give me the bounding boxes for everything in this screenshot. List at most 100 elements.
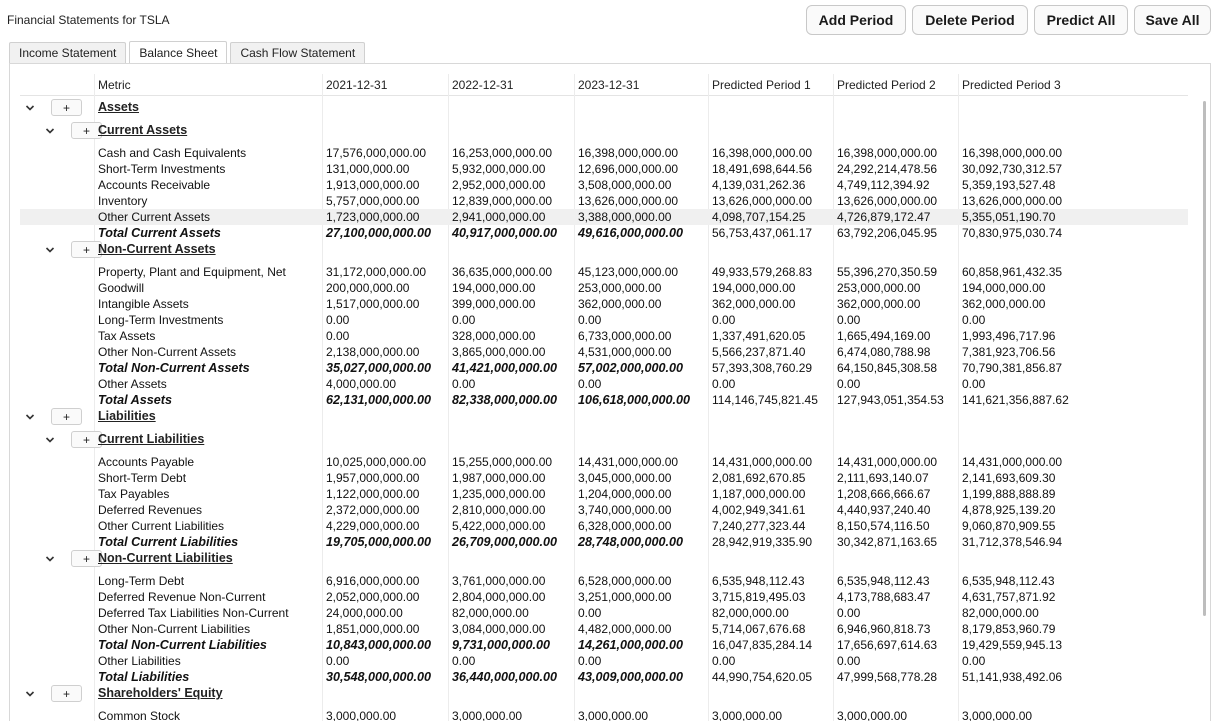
value-cell[interactable]: 0.00: [452, 377, 475, 391]
add-period-button[interactable]: Add Period: [806, 5, 906, 35]
value-cell[interactable]: 3,761,000,000.00: [452, 574, 545, 588]
value-cell[interactable]: 6,535,948,112.43: [962, 574, 1055, 588]
value-cell[interactable]: 3,865,000,000.00: [452, 345, 545, 359]
value-cell[interactable]: 1,957,000,000.00: [326, 471, 419, 485]
add-metric-button[interactable]: +: [51, 99, 82, 116]
value-cell[interactable]: 0.00: [837, 606, 860, 620]
value-cell[interactable]: 13,626,000,000.00: [712, 194, 812, 208]
value-cell[interactable]: 3,740,000,000.00: [578, 503, 671, 517]
value-cell[interactable]: 200,000,000.00: [326, 281, 409, 295]
value-cell[interactable]: 36,440,000,000.00: [452, 670, 557, 684]
value-cell[interactable]: 12,696,000,000.00: [578, 162, 678, 176]
value-cell[interactable]: 9,060,870,909.55: [962, 519, 1055, 533]
chevron-down-icon[interactable]: [44, 434, 56, 446]
value-cell[interactable]: 13,626,000,000.00: [962, 194, 1062, 208]
value-cell[interactable]: 0.00: [962, 313, 985, 327]
value-cell[interactable]: 7,381,923,706.56: [962, 345, 1055, 359]
value-cell[interactable]: 26,709,000,000.00: [452, 535, 557, 549]
value-cell[interactable]: 70,790,381,856.87: [962, 361, 1062, 375]
table-row[interactable]: Other Non-Current Assets 2,138,000,000.00…: [20, 344, 1188, 360]
value-cell[interactable]: 6,946,960,818.73: [837, 622, 930, 636]
value-cell[interactable]: 45,123,000,000.00: [578, 265, 678, 279]
column-header-predicted-2[interactable]: Predicted Period 2: [837, 78, 936, 92]
value-cell[interactable]: 1,723,000,000.00: [326, 210, 419, 224]
value-cell[interactable]: 31,172,000,000.00: [326, 265, 426, 279]
value-cell[interactable]: 2,138,000,000.00: [326, 345, 419, 359]
value-cell[interactable]: 51,141,938,492.06: [962, 670, 1062, 684]
value-cell[interactable]: 0.00: [712, 313, 735, 327]
value-cell[interactable]: 3,251,000,000.00: [578, 590, 671, 604]
value-cell[interactable]: 1,204,000,000.00: [578, 487, 671, 501]
value-cell[interactable]: 3,000,000.00: [326, 709, 396, 721]
table-row[interactable]: Other Assets 4,000,000.00 0.00 0.00 0.00 0.00…: [20, 376, 1188, 392]
table-row[interactable]: Other Non-Current Liabilities 1,851,000,0…: [20, 621, 1188, 637]
value-cell[interactable]: 5,932,000,000.00: [452, 162, 545, 176]
value-cell[interactable]: 60,858,961,432.35: [962, 265, 1062, 279]
value-cell[interactable]: 82,000,000.00: [962, 606, 1039, 620]
column-header-predicted-1[interactable]: Predicted Period 1: [712, 78, 811, 92]
add-metric-button[interactable]: +: [51, 685, 82, 702]
add-metric-button[interactable]: +: [51, 408, 82, 425]
value-cell[interactable]: 0.00: [837, 313, 860, 327]
value-cell[interactable]: 1,337,491,620.05: [712, 329, 805, 343]
value-cell[interactable]: 43,009,000,000.00: [578, 670, 683, 684]
table-row[interactable]: Long-Term Investments 0.00 0.00 0.00 0.00 0.0…: [20, 312, 1188, 328]
value-cell[interactable]: 63,792,206,045.95: [837, 226, 937, 240]
value-cell[interactable]: 6,474,080,788.98: [837, 345, 930, 359]
value-cell[interactable]: 1,187,000,000.00: [712, 487, 805, 501]
value-cell[interactable]: 57,393,308,760.29: [712, 361, 812, 375]
table-row[interactable]: Inventory 5,757,000,000.00 12,839,000,000.…: [20, 193, 1188, 209]
value-cell[interactable]: 141,621,356,887.62: [962, 393, 1069, 407]
value-cell[interactable]: 4,878,925,139.20: [962, 503, 1055, 517]
value-cell[interactable]: 6,535,948,112.43: [837, 574, 930, 588]
predict-all-button[interactable]: Predict All: [1034, 5, 1128, 35]
value-cell[interactable]: 8,179,853,960.79: [962, 622, 1055, 636]
value-cell[interactable]: 0.00: [326, 329, 349, 343]
value-cell[interactable]: 194,000,000.00: [962, 281, 1045, 295]
value-cell[interactable]: 5,355,051,190.70: [962, 210, 1055, 224]
value-cell[interactable]: 15,255,000,000.00: [452, 455, 552, 469]
table-row[interactable]: Accounts Payable 10,025,000,000.00 15,255,…: [20, 454, 1188, 470]
value-cell[interactable]: 0.00: [962, 654, 985, 668]
value-cell[interactable]: 1,987,000,000.00: [452, 471, 545, 485]
value-cell[interactable]: 4,229,000,000.00: [326, 519, 419, 533]
value-cell[interactable]: 2,081,692,670.85: [712, 471, 805, 485]
value-cell[interactable]: 0.00: [712, 377, 735, 391]
value-cell[interactable]: 0.00: [712, 654, 735, 668]
value-cell[interactable]: 2,952,000,000.00: [452, 178, 545, 192]
value-cell[interactable]: 0.00: [837, 377, 860, 391]
value-cell[interactable]: 4,482,000,000.00: [578, 622, 671, 636]
value-cell[interactable]: 14,261,000,000.00: [578, 638, 683, 652]
value-cell[interactable]: 4,749,112,394.92: [837, 178, 930, 192]
value-cell[interactable]: 17,656,697,614.63: [837, 638, 937, 652]
value-cell[interactable]: 362,000,000.00: [578, 297, 661, 311]
value-cell[interactable]: 12,839,000,000.00: [452, 194, 552, 208]
table-row[interactable]: Deferred Revenues 2,372,000,000.00 2,810,0…: [20, 502, 1188, 518]
table-row[interactable]: Tax Assets 0.00 328,000,000.00 6,733,000,00…: [20, 328, 1188, 344]
tab-income-statement[interactable]: Income Statement: [9, 42, 127, 63]
value-cell[interactable]: 56,753,437,061.17: [712, 226, 812, 240]
value-cell[interactable]: 18,491,698,644.56: [712, 162, 812, 176]
table-row[interactable]: Long-Term Debt 6,916,000,000.00 3,761,000,…: [20, 573, 1188, 589]
value-cell[interactable]: 3,715,819,495.03: [712, 590, 805, 604]
value-cell[interactable]: 24,000,000.00: [326, 606, 403, 620]
value-cell[interactable]: 44,990,754,620.05: [712, 670, 812, 684]
value-cell[interactable]: 4,173,788,683.47: [837, 590, 930, 604]
value-cell[interactable]: 2,052,000,000.00: [326, 590, 419, 604]
chevron-down-icon[interactable]: [24, 102, 36, 114]
value-cell[interactable]: 3,388,000,000.00: [578, 210, 671, 224]
value-cell[interactable]: 0.00: [962, 377, 985, 391]
value-cell[interactable]: 0.00: [578, 313, 601, 327]
value-cell[interactable]: 30,548,000,000.00: [326, 670, 431, 684]
value-cell[interactable]: 16,398,000,000.00: [962, 146, 1062, 160]
table-row[interactable]: Cash and Cash Equivalents 17,576,000,000.…: [20, 145, 1188, 161]
value-cell[interactable]: 17,576,000,000.00: [326, 146, 426, 160]
value-cell[interactable]: 0.00: [578, 606, 601, 620]
value-cell[interactable]: 27,100,000,000.00: [326, 226, 431, 240]
scrollbar-thumb[interactable]: [1203, 101, 1206, 616]
value-cell[interactable]: 9,731,000,000.00: [452, 638, 550, 652]
value-cell[interactable]: 6,733,000,000.00: [578, 329, 671, 343]
value-cell[interactable]: 4,002,949,341.61: [712, 503, 805, 517]
table-row[interactable]: Short-Term Debt 1,957,000,000.00 1,987,000…: [20, 470, 1188, 486]
value-cell[interactable]: 1,913,000,000.00: [326, 178, 419, 192]
